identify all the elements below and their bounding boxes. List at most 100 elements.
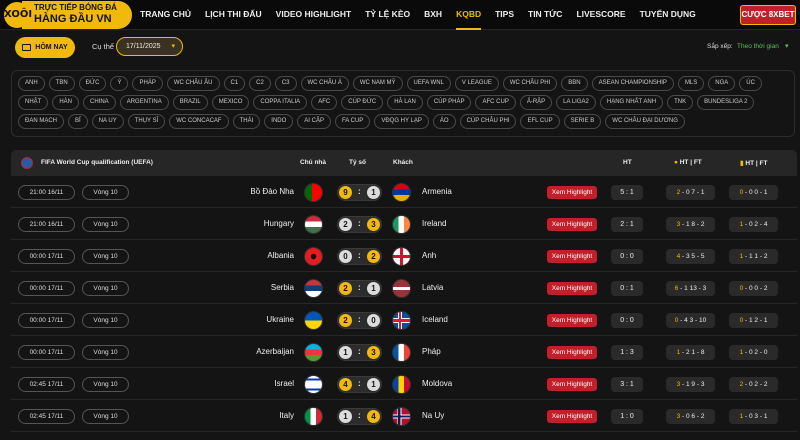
today-button[interactable]: HÔM NAY	[15, 37, 75, 58]
league-chip[interactable]: ASEAN CHAMPIONSHIP	[591, 76, 674, 91]
league-chip[interactable]: MLS	[677, 76, 705, 91]
league-chip[interactable]: ĐỨC	[78, 76, 107, 91]
league-chip[interactable]: THỤY SĨ	[127, 114, 166, 129]
halftime-score: 1 : 3	[611, 345, 643, 360]
league-chip[interactable]: C3	[274, 76, 297, 91]
league-chip[interactable]: HÀ LAN	[387, 95, 423, 110]
league-chip[interactable]: ĐAN MẠCH	[18, 114, 65, 129]
league-chip[interactable]: ANH	[18, 76, 45, 91]
home-team-name[interactable]: Serbia	[271, 283, 294, 292]
away-team-name[interactable]: Anh	[422, 251, 436, 260]
league-chip[interactable]: WC CHÂU ÂU	[166, 76, 220, 91]
nav-item[interactable]: KQBD	[456, 0, 482, 30]
date-select[interactable]: 17/11/2025 ▾	[116, 37, 183, 56]
league-chip[interactable]: V LEAGUE	[454, 76, 499, 91]
league-chip[interactable]: Ý	[110, 76, 129, 91]
league-chip[interactable]: BỈ	[68, 114, 88, 129]
nav-item[interactable]: TUYỂN DỤNG	[640, 0, 696, 30]
highlight-button[interactable]: Xem Highlight	[547, 218, 597, 231]
league-chip[interactable]: UEFA WNL	[406, 76, 451, 91]
away-team-name[interactable]: Na Uy	[422, 411, 444, 420]
home-team-name[interactable]: Bồ Đào Nha	[250, 187, 294, 196]
league-chip[interactable]: FA CUP	[334, 114, 371, 129]
nav-item[interactable]: LỊCH THI ĐẤU	[205, 0, 262, 30]
home-team-name[interactable]: Azerbaijan	[256, 347, 294, 356]
league-chip[interactable]: WC CHÂU ĐẠI DƯƠNG	[605, 114, 685, 129]
league-chip[interactable]: WC CHÂU Á	[300, 76, 349, 91]
league-chip[interactable]: AFC	[311, 95, 338, 110]
league-chip[interactable]: ÚC	[739, 76, 762, 91]
away-team-name[interactable]: Latvia	[422, 283, 443, 292]
home-team-name[interactable]: Israel	[274, 379, 294, 388]
league-chip[interactable]: CHINA	[83, 95, 116, 110]
league-chip[interactable]: CÚP CHÂU PHI	[459, 114, 517, 129]
league-chip[interactable]: AI CẬP	[297, 114, 331, 129]
chevron-down-icon[interactable]: ▾	[785, 42, 789, 50]
match-row[interactable]: 02:45 17/11 Vòng 10 Israel 4:1 Moldova Xem Hi…	[11, 368, 797, 400]
league-chip[interactable]: C1	[223, 76, 246, 91]
home-team-name[interactable]: Italy	[279, 411, 294, 420]
league-chip[interactable]: SERIE B	[563, 114, 602, 129]
away-team-name[interactable]: Pháp	[422, 347, 441, 356]
away-team-name[interactable]: Ireland	[422, 219, 446, 228]
match-row[interactable]: 00:00 17/11 Vòng 10 Azerbaijan 1:3 Pháp Xem H…	[11, 336, 797, 368]
league-chip[interactable]: Ả-RẬP	[519, 95, 553, 110]
league-chip[interactable]: ARGENTINA	[119, 95, 169, 110]
league-chip[interactable]: BRAZIL	[172, 95, 208, 110]
home-team-name[interactable]: Albania	[267, 251, 294, 260]
nav-item[interactable]: TIN TỨC	[528, 0, 562, 30]
home-team-name[interactable]: Hungary	[264, 219, 294, 228]
league-chip[interactable]: LA LIGA2	[556, 95, 596, 110]
league-chip[interactable]: BUNDESLIGA 2	[697, 95, 755, 110]
home-team-name[interactable]: Ukraine	[266, 315, 294, 324]
league-chip[interactable]: CÚP PHÁP	[426, 95, 472, 110]
highlight-button[interactable]: Xem Highlight	[547, 250, 597, 263]
nav-item[interactable]: TỶ LỆ KÈO	[365, 0, 410, 30]
highlight-button[interactable]: Xem Highlight	[547, 378, 597, 391]
highlight-button[interactable]: Xem Highlight	[547, 346, 597, 359]
league-chip[interactable]: TNK	[667, 95, 694, 110]
league-chip[interactable]: HÀN	[52, 95, 80, 110]
site-logo[interactable]: XOÔI TRỰC TIẾP BÓNG ĐÁ HÀNG ĐẦU VN	[0, 0, 134, 30]
league-chip[interactable]: NHẬT	[18, 95, 49, 110]
match-row[interactable]: 00:00 17/11 Vòng 10 Albania 0:2 Anh Xem Highl…	[11, 240, 797, 272]
league-chip[interactable]: INDO	[264, 114, 294, 129]
match-row[interactable]: 00:00 17/11 Vòng 10 Ukraine 2:0 Iceland Xem H…	[11, 304, 797, 336]
highlight-button[interactable]: Xem Highlight	[547, 410, 597, 423]
league-chip[interactable]: VĐQG HY LẠP	[374, 114, 429, 129]
league-chip[interactable]: CÚP ĐỨC	[341, 95, 384, 110]
league-chip[interactable]: BBN	[561, 76, 588, 91]
league-chip[interactable]: C2	[249, 76, 271, 91]
nav-item[interactable]: LIVESCORE	[576, 0, 625, 30]
league-chip[interactable]: TBN	[48, 76, 75, 91]
highlight-button[interactable]: Xem Highlight	[547, 282, 597, 295]
league-chip[interactable]: NGA	[708, 76, 736, 91]
away-team-name[interactable]: Armenia	[422, 187, 452, 196]
highlight-button[interactable]: Xem Highlight	[547, 314, 597, 327]
away-team-name[interactable]: Iceland	[422, 315, 448, 324]
match-row[interactable]: 02:45 17/11 Vòng 10 Italy 1:4 Na Uy Xem Highl…	[11, 400, 797, 432]
nav-item[interactable]: BXH	[424, 0, 442, 30]
league-chip[interactable]: WC CHÂU PHI	[502, 76, 558, 91]
away-team-name[interactable]: Moldova	[422, 379, 452, 388]
league-chip[interactable]: HẠNG NHẤT ANH	[599, 95, 664, 110]
league-chip[interactable]: MEXICO	[211, 95, 250, 110]
league-chip[interactable]: WC NAM MỸ	[352, 76, 403, 91]
league-chip[interactable]: NA UY	[91, 114, 124, 129]
league-chip[interactable]: PHÁP	[132, 76, 163, 91]
bet-cta-button[interactable]: CƯỢC 8XBET	[740, 5, 796, 25]
nav-item[interactable]: TRANG CHỦ	[140, 0, 191, 30]
match-row[interactable]: 00:00 17/11 Vòng 10 Serbia 2:1 Latvia Xem Hig…	[11, 272, 797, 304]
league-chip[interactable]: ÁO	[432, 114, 456, 129]
highlight-button[interactable]: Xem Highlight	[547, 186, 597, 199]
league-chip[interactable]: WC CONCACAF	[169, 114, 229, 129]
match-row[interactable]: 21:00 16/11 Vòng 10 Bồ Đào Nha 9:1 Armenia Xe…	[11, 176, 797, 208]
league-chip[interactable]: EFL CUP	[520, 114, 560, 129]
league-chip[interactable]: COPPA ITALIA	[253, 95, 308, 110]
match-row[interactable]: 21:00 16/11 Vòng 10 Hungary 2:3 Ireland Xem H…	[11, 208, 797, 240]
league-chip[interactable]: THÁI	[232, 114, 261, 129]
sort-select[interactable]: Theo thời gian	[737, 43, 779, 50]
league-chip[interactable]: AFC CUP	[475, 95, 516, 110]
nav-item[interactable]: VIDEO HIGHLIGHT	[276, 0, 352, 30]
nav-item[interactable]: TIPS	[495, 0, 514, 30]
